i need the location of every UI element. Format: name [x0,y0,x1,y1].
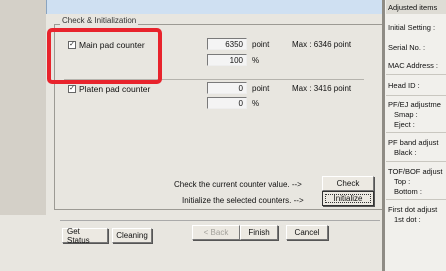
red-highlight-annotation [47,28,162,84]
check-button[interactable]: Check [322,176,374,191]
panel-item: Black : [394,148,417,157]
dialog-header-band [46,0,382,14]
left-window-edge [0,0,46,215]
main-pad-unit: point [252,40,270,49]
panel-item: Serial No. : [388,43,426,52]
finish-button[interactable]: Finish [240,225,278,240]
adjusted-items-panel: Adjusted items Initial Setting : Serial … [382,0,446,271]
panel-title: Adjusted items [388,3,438,12]
platen-pad-percent: 0 [207,97,247,109]
panel-divider [386,161,446,162]
check-prompt: Check the current counter value. --> [174,180,302,189]
group-title: Check & Initialization [60,16,139,25]
platen-pad-unit: point [252,84,270,93]
main-pad-max: Max : 6346 point [292,40,352,49]
panel-item: MAC Address : [388,61,439,70]
panel-item: PF/EJ adjustme [388,100,441,109]
main-pad-percent-unit: % [252,56,260,65]
platen-pad-label: Platen pad counter [79,84,151,94]
panel-divider [386,199,446,200]
platen-pad-checkbox[interactable]: ✓ [68,85,76,93]
panel-item: First dot adjust [388,205,438,214]
back-button[interactable]: < Back [192,225,240,240]
panel-item: Top : [394,177,411,186]
panel-item: Head ID : [388,81,420,90]
panel-item: TOF/BOF adjust [388,167,443,176]
panel-divider [386,132,446,133]
platen-pad-max: Max : 3416 point [292,84,352,93]
main-pad-value: 6350 [207,38,247,50]
main-pad-percent: 100 [207,54,247,66]
initialize-prompt: Initialize the selected counters. --> [182,196,304,205]
panel-item: Initial Setting : [388,23,436,32]
platen-pad-percent-unit: % [252,99,260,108]
panel-item: Smap : [394,110,418,119]
cancel-button[interactable]: Cancel [286,225,328,240]
panel-border [382,0,385,271]
initialize-button[interactable]: Initialize [322,191,374,206]
platen-pad-value: 0 [207,82,247,94]
cleaning-button[interactable]: Cleaning [112,228,152,243]
panel-item: PF band adjust [388,138,439,147]
panel-item: Eject : [394,120,415,129]
panel-item: Bottom : [394,187,422,196]
platen-pad-counter-row[interactable]: ✓ Platen pad counter [68,84,150,94]
panel-item: 1st dot : [394,215,421,224]
panel-divider [386,95,446,96]
panel-divider [386,74,446,75]
footer-separator [60,220,380,221]
get-status-button[interactable]: Get Status [62,227,108,245]
maintenance-dialog: Check & Initialization ✓ Main pad counte… [0,0,386,271]
